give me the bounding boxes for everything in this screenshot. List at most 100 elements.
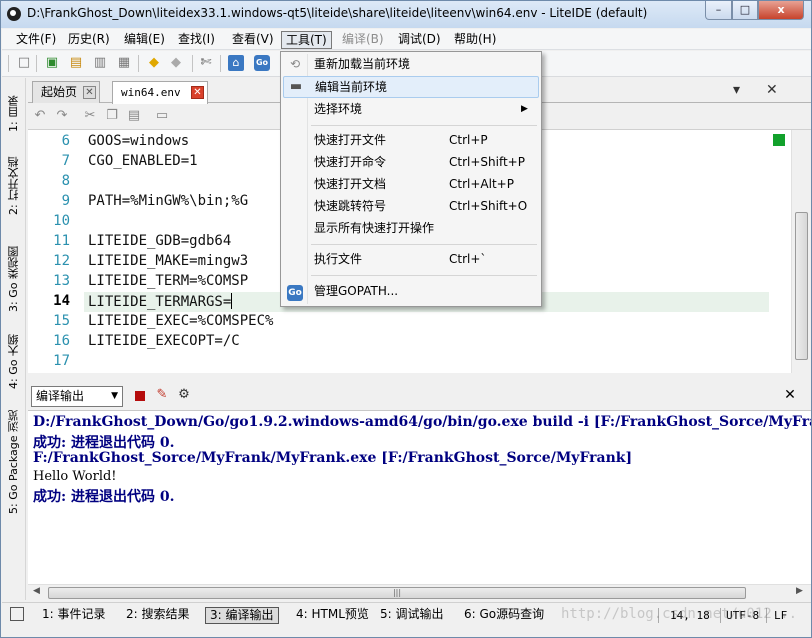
code-line[interactable]: LITEIDE_TERM=%COMSP <box>88 273 248 289</box>
editor-vertical-scrollbar[interactable] <box>791 130 811 373</box>
title-bar: D:\FrankGhost_Down\liteidex33.1.windows-… <box>1 1 811 28</box>
code-line[interactable]: LITEIDE_EXECOPT=/C <box>88 333 240 349</box>
scroll-left-icon[interactable]: ◀ <box>33 586 40 596</box>
menu-item-select-env[interactable]: 选择环境 ▶ <box>283 99 539 121</box>
line-number: 11 <box>53 233 70 249</box>
output-selector[interactable]: 编译输出 ▼ <box>31 386 123 407</box>
panel-splitter[interactable] <box>28 373 811 383</box>
liteide-window: D:\FrankGhost_Down\liteidex33.1.windows-… <box>0 0 812 638</box>
left-sidebar: 1: 目录 2: 打开文档 3: Go 类视图 4: Go 大纲 5: Go P… <box>2 78 26 600</box>
output-line: Hello World! <box>33 469 117 484</box>
bottom-tab-debug-output[interactable]: 5: 调试输出 <box>376 607 448 624</box>
close-panel-icon[interactable]: ✕ <box>782 387 798 403</box>
tools-icon[interactable]: ✄ <box>198 55 214 71</box>
sidebar-tab-package-browser[interactable]: 5: Go Package 浏览 <box>2 406 26 518</box>
menu-item-label: 重新加载当前环境 <box>314 57 411 71</box>
paste-icon[interactable]: ▤ <box>126 108 142 124</box>
line-number: 9 <box>61 193 70 209</box>
forward-arrow-icon[interactable]: ◆ <box>168 55 184 71</box>
tab-close-icon[interactable]: ✕ <box>83 86 96 99</box>
new-file-icon[interactable]: □ <box>16 55 32 71</box>
sidebar-tab-class-view[interactable]: 3: Go 类视图 <box>2 234 26 324</box>
menu-item-quick-open-command[interactable]: 快速打开命令 Ctrl+Shift+P <box>283 152 539 174</box>
scrollbar-thumb[interactable] <box>795 212 808 360</box>
line-number: 12 <box>53 253 70 269</box>
menu-item-label: 快速打开文件 <box>314 133 387 147</box>
menu-item-quick-goto-symbol[interactable]: 快速跳转符号 Ctrl+Shift+O <box>283 196 539 218</box>
cut-icon[interactable]: ✂ <box>82 108 98 124</box>
menu-file[interactable]: 文件(F) <box>12 31 60 49</box>
scrollbar-thumb[interactable]: ||| <box>48 587 746 599</box>
save-icon[interactable]: ▥ <box>92 55 108 71</box>
line-number: 6 <box>61 133 70 149</box>
tab-start-page[interactable]: 起始页 ✕ <box>32 81 100 103</box>
menu-item-label: 编辑当前环境 <box>315 80 388 94</box>
menu-item-shortcut: Ctrl+P <box>449 133 488 147</box>
back-arrow-icon[interactable]: ◆ <box>146 55 162 71</box>
code-line[interactable]: CGO_ENABLED=1 <box>88 153 198 169</box>
sidebar-tab-outline[interactable]: 4: Go 大纲 <box>2 324 26 400</box>
toggle-sidebar-icon[interactable] <box>10 607 24 621</box>
minimize-button[interactable]: – <box>705 1 732 20</box>
menu-history[interactable]: 历史(R) <box>64 31 114 49</box>
tab-win64-env[interactable]: win64.env ✕ <box>112 81 208 104</box>
maximize-button[interactable]: □ <box>732 1 758 20</box>
open-file-icon[interactable]: ▤ <box>68 55 84 71</box>
menu-item-show-all-quick-open[interactable]: 显示所有快速打开操作 <box>283 218 539 240</box>
bottom-tab-html-preview[interactable]: 4: HTML预览 <box>292 607 373 624</box>
stop-icon[interactable] <box>135 391 145 401</box>
go-icon[interactable]: Go <box>254 55 270 71</box>
copy-icon[interactable]: ❐ <box>104 108 120 124</box>
bottom-tab-build-output[interactable]: 3: 编译输出 <box>205 607 279 624</box>
close-all-tabs-icon[interactable]: ✕ <box>766 82 778 98</box>
bottom-tab-search-results[interactable]: 2: 搜索结果 <box>122 607 194 624</box>
menu-item-run-file[interactable]: 执行文件 Ctrl+` <box>283 249 539 271</box>
code-line[interactable]: PATH=%MinGW%\bin;%G <box>88 193 248 209</box>
menu-tools[interactable]: 工具(T) <box>281 31 332 49</box>
tab-close-icon[interactable]: ✕ <box>191 86 204 99</box>
menu-debug[interactable]: 调试(D) <box>394 31 445 49</box>
redo-icon[interactable]: ↷ <box>54 108 70 124</box>
tab-list-dropdown-icon[interactable]: ▾ <box>733 82 740 98</box>
sidebar-tab-directory[interactable]: 1: 目录 <box>2 86 26 142</box>
line-number: 7 <box>61 153 70 169</box>
menu-help[interactable]: 帮助(H) <box>450 31 500 49</box>
code-line[interactable]: LITEIDE_EXEC=%COMSPEC% <box>88 313 273 329</box>
scroll-right-icon[interactable]: ▶ <box>796 586 803 596</box>
undo-icon[interactable]: ↶ <box>32 108 48 124</box>
bottom-tab-go-source-query[interactable]: 6: Go源码查询 <box>460 607 548 624</box>
home-icon[interactable]: ⌂ <box>228 55 244 71</box>
sidebar-tab-open-docs[interactable]: 2: 打开文档 <box>2 148 26 224</box>
build-output-console[interactable]: D:/FrankGhost_Down/Go/go1.9.2.windows-am… <box>28 410 811 584</box>
lock-icon[interactable]: ▭ <box>154 108 170 124</box>
tab-label: win64.env <box>121 86 181 99</box>
menu-build[interactable]: 编译(B) <box>338 31 388 49</box>
window-title: D:\FrankGhost_Down\liteidex33.1.windows-… <box>27 6 648 20</box>
menu-item-quick-open-doc[interactable]: 快速打开文档 Ctrl+Alt+P <box>283 174 539 196</box>
output-panel-toolbar: 编译输出 ▼ ✎ ⚙ ✕ <box>28 383 811 410</box>
menu-item-edit-env[interactable]: ▬ 编辑当前环境 <box>283 76 539 98</box>
menu-view[interactable]: 查看(V) <box>228 31 278 49</box>
gear-icon[interactable]: ⚙ <box>176 387 192 403</box>
menu-item-reload-env[interactable]: ⟲ 重新加载当前环境 <box>283 54 539 76</box>
watermark-text: http://blog.csdn.net/u012... <box>561 606 798 622</box>
code-line[interactable]: LITEIDE_GDB=gdb64 <box>88 233 231 249</box>
menu-item-label: 快速跳转符号 <box>314 199 387 213</box>
menu-item-label: 快速打开命令 <box>314 155 387 169</box>
code-line[interactable]: LITEIDE_MAKE=mingw3 <box>88 253 248 269</box>
menu-item-manage-gopath[interactable]: Go 管理GOPATH... <box>283 281 539 303</box>
clear-output-icon[interactable]: ✎ <box>154 387 170 403</box>
toolbar-separator <box>138 55 139 72</box>
save-all-icon[interactable]: ▦ <box>116 55 132 71</box>
close-window-button[interactable]: x <box>758 1 804 20</box>
output-horizontal-scrollbar[interactable]: ◀ ||| ▶ <box>28 584 811 600</box>
menu-item-label: 管理GOPATH... <box>314 284 399 298</box>
code-line-current[interactable]: LITEIDE_TERMARGS= <box>88 293 233 310</box>
bottom-tab-event-log[interactable]: 1: 事件记录 <box>38 607 110 624</box>
menu-separator <box>311 244 537 245</box>
menu-find[interactable]: 查找(I) <box>174 31 219 49</box>
open-folder-icon[interactable]: ▣ <box>44 55 60 71</box>
menu-edit[interactable]: 编辑(E) <box>120 31 169 49</box>
code-line[interactable]: GOOS=windows <box>88 133 189 149</box>
menu-item-quick-open-file[interactable]: 快速打开文件 Ctrl+P <box>283 130 539 152</box>
